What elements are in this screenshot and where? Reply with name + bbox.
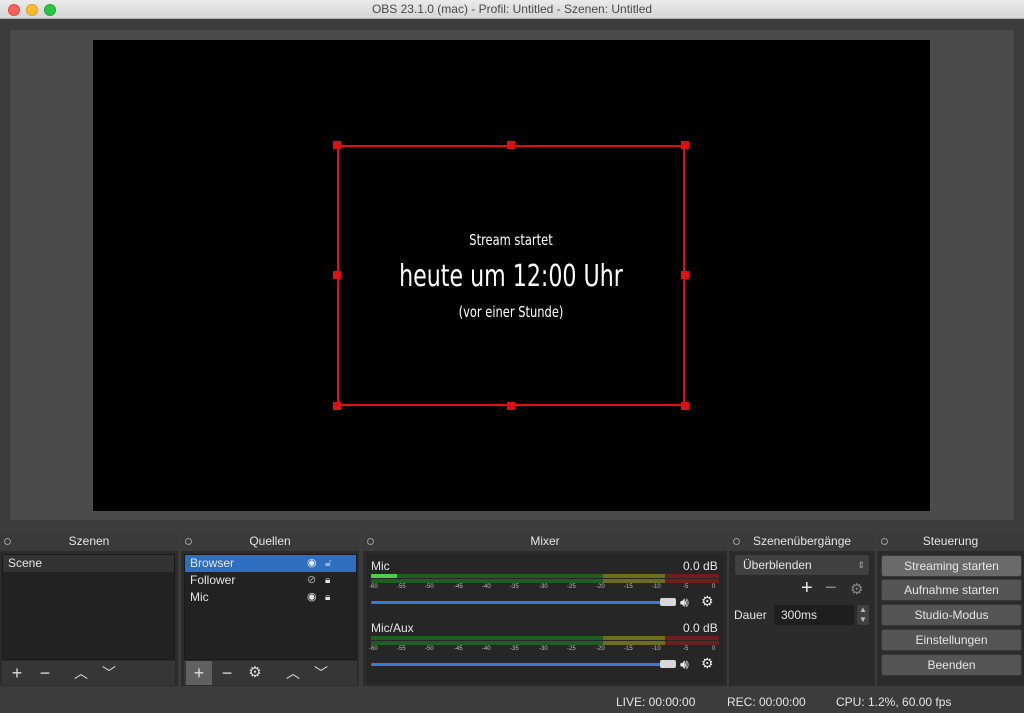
volume-meter-red — [665, 636, 719, 640]
scenes-list: Scene — [2, 554, 175, 660]
preview-text-line3: (vor einer Stunde) — [458, 303, 564, 321]
volume-meter-green — [371, 574, 603, 578]
volume-meter-red — [665, 574, 719, 578]
mixer-channel-db: 0.0 dB — [683, 559, 718, 573]
settings-button[interactable]: Einstellungen — [881, 629, 1022, 651]
eye-icon[interactable]: ◉ — [307, 589, 317, 606]
transitions-dock: Szenenübergänge Überblenden ⇕ + − ⚙ Daue… — [729, 532, 875, 686]
mixer-channel-db: 0.0 dB — [683, 621, 718, 635]
scene-item[interactable]: Scene — [3, 555, 174, 572]
scenes-title: Szenen — [68, 534, 110, 548]
volume-meter-red — [665, 579, 719, 583]
add-source-button[interactable]: + — [186, 661, 212, 685]
preview-text-line2: heute um 12:00 Uhr — [399, 259, 623, 294]
sources-toolbar: + − ⚙ ︿ ﹀ — [184, 661, 357, 685]
duration-label: Dauer — [734, 608, 767, 622]
source-item[interactable]: Follower ⊘ 🔒︎ — [185, 572, 356, 589]
volume-meter-yellow — [603, 574, 665, 578]
gear-icon[interactable]: ⚙ — [701, 655, 714, 672]
move-source-up-button[interactable]: ︿ — [280, 661, 306, 685]
volume-meter-green — [371, 641, 603, 645]
dock-float-icon[interactable] — [367, 538, 374, 545]
sources-title: Quellen — [249, 534, 291, 548]
meter-scale: -60 -55 -50 -45 -40 -35 -30 -25 -20 -15 … — [369, 584, 716, 590]
remove-scene-button[interactable]: − — [32, 661, 58, 685]
volume-slider-handle[interactable] — [660, 598, 676, 606]
remove-source-button[interactable]: − — [214, 661, 240, 685]
volume-slider[interactable] — [371, 663, 669, 666]
source-label: Mic — [190, 590, 209, 604]
scenes-dock: Szenen Scene + − ︿ ﹀ — [0, 532, 178, 686]
move-scene-up-button[interactable]: ︿ — [68, 661, 94, 685]
duration-input[interactable]: 300ms — [773, 604, 855, 626]
mixer-dock: Mixer Mic 0.0 dB -60 -55 -50 -45 -40 -35… — [363, 532, 727, 686]
volume-meter-level — [371, 574, 397, 578]
remove-transition-button[interactable]: − — [825, 577, 837, 600]
volume-meter-yellow — [603, 579, 665, 583]
source-properties-gear-icon[interactable]: ⚙ — [242, 661, 268, 685]
volume-meter-green — [371, 636, 603, 640]
mixer-channel-name: Mic — [371, 559, 390, 573]
duration-stepper[interactable]: ▲ ▼ — [856, 604, 870, 626]
volume-meter-yellow — [603, 641, 665, 645]
transition-select[interactable]: Überblenden ⇕ — [734, 554, 870, 576]
start-recording-button[interactable]: Aufnahme starten — [881, 579, 1022, 601]
preview-text-line1: Stream startet — [469, 231, 553, 249]
exit-button[interactable]: Beenden — [881, 654, 1022, 676]
mixer-channel-name: Mic/Aux — [371, 621, 414, 635]
window-title: OBS 23.1.0 (mac) - Profil: Untitled - Sz… — [371, 2, 653, 16]
transition-gear-icon[interactable]: ⚙ — [850, 580, 863, 598]
resize-handle-bottom-right[interactable] — [681, 402, 689, 410]
studio-mode-button[interactable]: Studio-Modus — [881, 604, 1022, 626]
volume-slider[interactable] — [371, 601, 669, 604]
volume-meter-red — [665, 641, 719, 645]
dock-float-icon[interactable] — [733, 538, 740, 545]
eye-icon[interactable]: ◉ — [307, 555, 317, 572]
dock-float-icon[interactable] — [881, 538, 888, 545]
dock-float-icon[interactable] — [185, 538, 192, 545]
unlock-icon[interactable]: 🔓︎ — [325, 555, 331, 572]
start-streaming-button[interactable]: Streaming starten — [881, 555, 1022, 577]
rec-timer: REC: 00:00:00 — [727, 695, 806, 709]
resize-handle-left[interactable] — [333, 271, 341, 279]
gear-icon[interactable]: ⚙ — [701, 593, 714, 610]
resize-handle-bottom-left[interactable] — [333, 402, 341, 410]
resize-handle-bottom[interactable] — [507, 402, 515, 410]
speaker-icon[interactable]: 🔊︎ — [680, 656, 689, 673]
mixer-title: Mixer — [530, 534, 560, 548]
volume-slider-handle[interactable] — [660, 660, 676, 668]
meter-scale: -60 -55 -50 -45 -40 -35 -30 -25 -20 -15 … — [369, 646, 716, 652]
lock-icon[interactable]: 🔒︎ — [325, 572, 330, 589]
move-scene-down-button[interactable]: ﹀ — [96, 661, 122, 685]
lock-icon[interactable]: 🔒︎ — [325, 589, 330, 606]
sources-dock: Quellen Browser ◉ 🔓︎ Follower ⊘ 🔒︎ Mic ◉… — [181, 532, 359, 686]
resize-handle-right[interactable] — [681, 271, 689, 279]
scenes-toolbar: + − ︿ ﹀ — [2, 661, 175, 685]
controls-title: Steuerung — [922, 534, 979, 548]
resize-handle-top-right[interactable] — [681, 141, 689, 149]
resize-handle-top[interactable] — [507, 141, 515, 149]
source-item[interactable]: Browser ◉ 🔓︎ — [185, 555, 356, 572]
volume-meter-green — [371, 579, 603, 583]
sources-list: Browser ◉ 🔓︎ Follower ⊘ 🔒︎ Mic ◉ 🔒︎ — [184, 554, 357, 660]
move-source-down-button[interactable]: ﹀ — [308, 661, 334, 685]
dock-float-icon[interactable] — [4, 538, 11, 545]
volume-meter-yellow — [603, 636, 665, 640]
eye-hidden-icon[interactable]: ⊘ — [307, 572, 316, 589]
title-bar: OBS 23.1.0 (mac) - Profil: Untitled - Sz… — [0, 0, 1024, 19]
source-item[interactable]: Mic ◉ 🔒︎ — [185, 589, 356, 606]
speaker-icon[interactable]: 🔊︎ — [680, 594, 689, 611]
resize-handle-top-left[interactable] — [333, 141, 341, 149]
cpu-fps-status: CPU: 1.2%, 60.00 fps — [836, 695, 952, 709]
chevron-updown-icon: ⇕ — [857, 560, 865, 570]
add-transition-button[interactable]: + — [801, 577, 813, 600]
live-timer: LIVE: 00:00:00 — [616, 695, 696, 709]
source-label: Follower — [190, 573, 236, 587]
add-scene-button[interactable]: + — [4, 661, 30, 685]
source-label: Browser — [190, 556, 235, 570]
transitions-title: Szenenübergänge — [752, 534, 852, 548]
